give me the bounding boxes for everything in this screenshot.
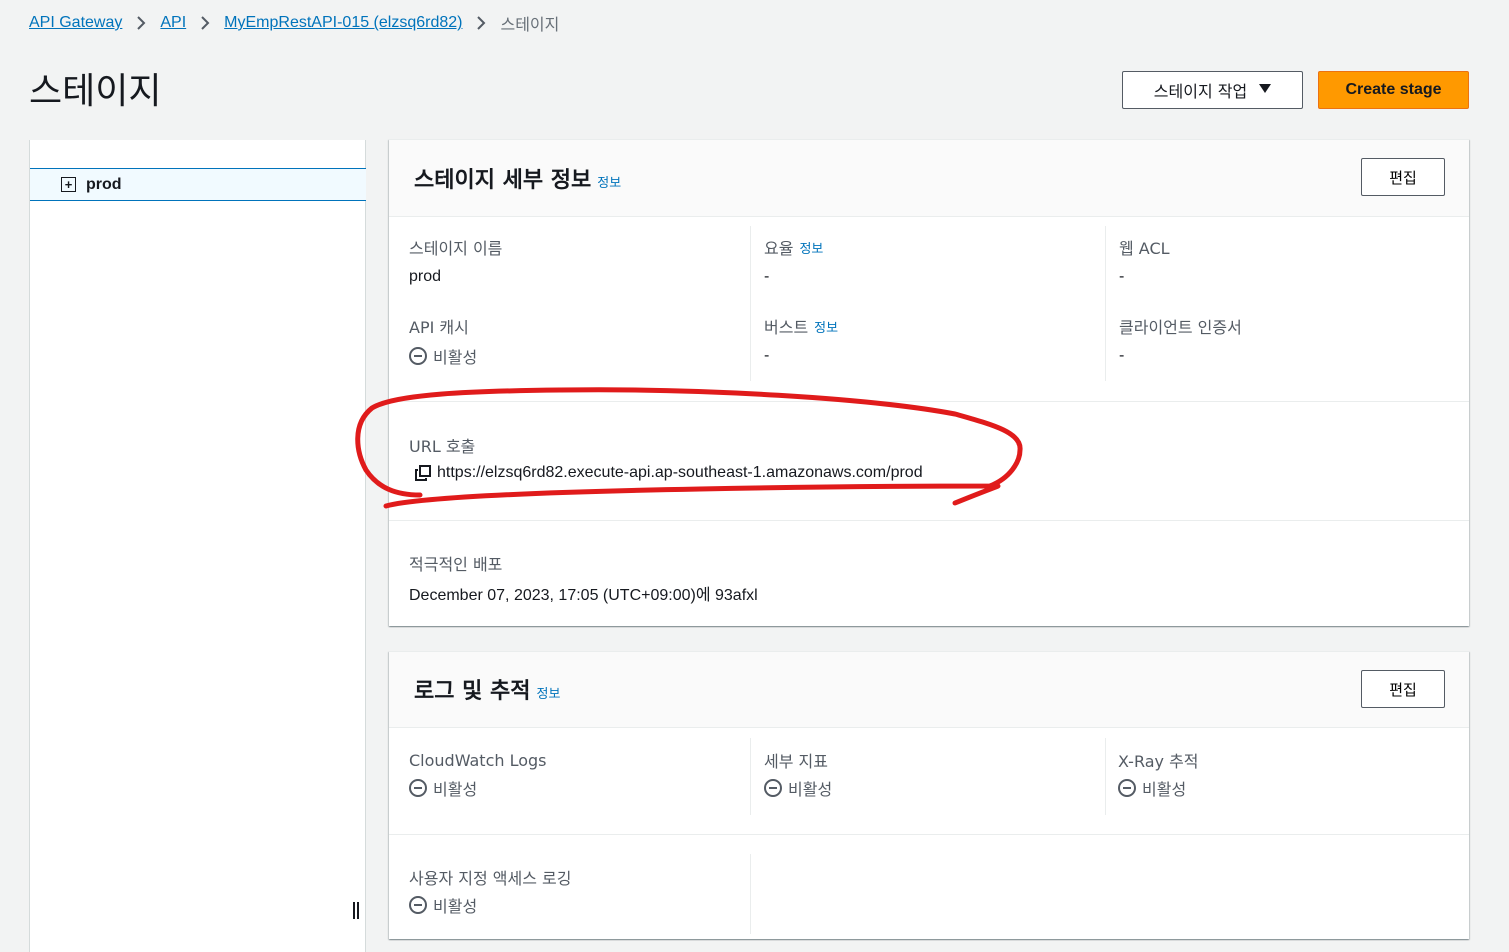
field-label: CloudWatch Logs bbox=[409, 750, 547, 770]
panel-resize-handle[interactable] bbox=[353, 902, 359, 919]
expand-icon[interactable]: + bbox=[61, 177, 76, 192]
info-link[interactable]: 정보 bbox=[537, 687, 561, 702]
column-divider bbox=[750, 226, 751, 381]
copy-icon[interactable] bbox=[415, 465, 431, 481]
column-divider bbox=[750, 854, 751, 934]
stage-actions-button[interactable]: 스테이지 작업 bbox=[1122, 71, 1303, 109]
caret-down-icon bbox=[1259, 83, 1272, 98]
row-divider bbox=[389, 520, 1469, 521]
client-cert-field: 클라이언트 인증서 - bbox=[1119, 315, 1242, 367]
page-title: 스테이지 bbox=[29, 71, 162, 112]
row-divider bbox=[389, 401, 1469, 402]
create-stage-button[interactable]: Create stage bbox=[1318, 71, 1469, 109]
field-value: 비활성 bbox=[409, 345, 477, 367]
status-text: 비활성 bbox=[788, 780, 833, 799]
status-text: 비활성 bbox=[433, 348, 478, 367]
disabled-status-icon bbox=[1118, 779, 1136, 797]
stage-details-card: 스테이지 세부 정보 정보 편집 스테이지 이름 prod 요율 정보 - 웹 AC… bbox=[389, 139, 1469, 626]
field-label: X-Ray 추적 bbox=[1118, 752, 1199, 771]
detailed-metrics-field: 세부 지표 비활성 bbox=[764, 749, 832, 799]
column-divider bbox=[1105, 226, 1106, 381]
stage-tree-panel: + prod bbox=[29, 140, 366, 952]
disabled-status-icon bbox=[409, 896, 427, 914]
breadcrumb-api[interactable]: API bbox=[160, 14, 186, 32]
field-label: 사용자 지정 액세스 로깅 bbox=[409, 869, 572, 888]
invoke-url-field: URL 호출 https://elzsq6rd82.execute-api.ap… bbox=[409, 434, 923, 484]
field-label: URL 호출 bbox=[409, 437, 476, 456]
field-value: - bbox=[764, 268, 770, 285]
field-label: 적극적인 배포 bbox=[409, 555, 503, 574]
web-acl-field: 웹 ACL - bbox=[1119, 236, 1170, 288]
disabled-status-icon bbox=[409, 347, 427, 365]
field-value: 비활성 bbox=[1118, 777, 1199, 799]
breadcrumb-api-gateway[interactable]: API Gateway bbox=[29, 14, 122, 32]
xray-tracing-field: X-Ray 추적 비활성 bbox=[1118, 749, 1199, 799]
column-divider bbox=[750, 738, 751, 815]
field-label: 웹 ACL bbox=[1119, 239, 1170, 258]
api-cache-field: API 캐시 비활성 bbox=[409, 315, 477, 367]
breadcrumb-current: 스테이지 bbox=[500, 17, 560, 34]
active-deployment-field: 적극적인 배포 December 07, 2023, 17:05 (UTC+09… bbox=[409, 552, 758, 604]
breadcrumb-api-name[interactable]: MyEmpRestAPI-015 (elzsq6rd82) bbox=[224, 14, 462, 32]
field-label-text: 버스트 bbox=[764, 318, 809, 337]
edit-stage-details-button[interactable]: 편집 bbox=[1361, 158, 1445, 196]
burst-field: 버스트 정보 - bbox=[764, 315, 838, 367]
stage-name-field: 스테이지 이름 prod bbox=[409, 236, 502, 288]
disabled-status-icon bbox=[409, 779, 427, 797]
status-text: 비활성 bbox=[1142, 780, 1187, 799]
field-value: - bbox=[1119, 268, 1125, 285]
cloudwatch-logs-field: CloudWatch Logs 비활성 bbox=[409, 749, 547, 799]
field-value: 비활성 bbox=[409, 894, 571, 916]
field-label: 요율 정보 bbox=[764, 236, 823, 258]
rate-field: 요율 정보 - bbox=[764, 236, 823, 288]
custom-access-logging-field: 사용자 지정 액세스 로깅 비활성 bbox=[409, 866, 571, 916]
tree-item-label: prod bbox=[86, 175, 122, 193]
disabled-status-icon bbox=[764, 779, 782, 797]
field-label: 세부 지표 bbox=[764, 752, 828, 771]
field-label: 클라이언트 인증서 bbox=[1119, 318, 1242, 337]
card-title: 로그 및 추적 정보 bbox=[414, 673, 560, 705]
info-link[interactable]: 정보 bbox=[799, 238, 823, 257]
chevron-right-icon bbox=[186, 15, 224, 31]
card-title-text: 스테이지 세부 정보 bbox=[414, 168, 592, 193]
status-text: 비활성 bbox=[433, 780, 478, 799]
info-link[interactable]: 정보 bbox=[814, 317, 838, 336]
field-value: 비활성 bbox=[409, 777, 547, 799]
field-label-text: 요율 bbox=[764, 239, 794, 258]
card-header: 로그 및 추적 정보 편집 bbox=[389, 652, 1469, 728]
edit-logs-button[interactable]: 편집 bbox=[1361, 670, 1445, 708]
chevron-right-icon bbox=[122, 15, 160, 31]
row-divider bbox=[389, 834, 1469, 835]
card-header: 스테이지 세부 정보 정보 편집 bbox=[389, 140, 1469, 217]
field-value: - bbox=[764, 347, 770, 364]
card-title: 스테이지 세부 정보 정보 bbox=[414, 162, 621, 194]
invoke-url-text[interactable]: https://elzsq6rd82.execute-api.ap-southe… bbox=[437, 464, 923, 482]
field-value: - bbox=[1119, 347, 1125, 364]
field-label: API 캐시 bbox=[409, 318, 469, 337]
stage-actions-label: 스테이지 작업 bbox=[1153, 82, 1248, 101]
card-title-text: 로그 및 추적 bbox=[414, 679, 531, 704]
info-link[interactable]: 정보 bbox=[597, 176, 621, 191]
field-value: December 07, 2023, 17:05 (UTC+09:00)에 93… bbox=[409, 587, 758, 604]
chevron-right-icon bbox=[462, 15, 500, 31]
column-divider bbox=[1105, 738, 1106, 815]
logs-tracing-card: 로그 및 추적 정보 편집 CloudWatch Logs 비활성 세부 지표 비… bbox=[389, 651, 1469, 939]
field-value: 비활성 bbox=[764, 777, 832, 799]
field-value: prod bbox=[409, 268, 442, 285]
field-value: https://elzsq6rd82.execute-api.ap-southe… bbox=[409, 462, 923, 484]
field-label: 스테이지 이름 bbox=[409, 239, 503, 258]
field-label: 버스트 정보 bbox=[764, 315, 838, 337]
tree-item-prod[interactable]: + prod bbox=[30, 168, 366, 201]
status-text: 비활성 bbox=[433, 897, 478, 916]
breadcrumb: API Gateway API MyEmpRestAPI-015 (elzsq6… bbox=[29, 12, 559, 34]
